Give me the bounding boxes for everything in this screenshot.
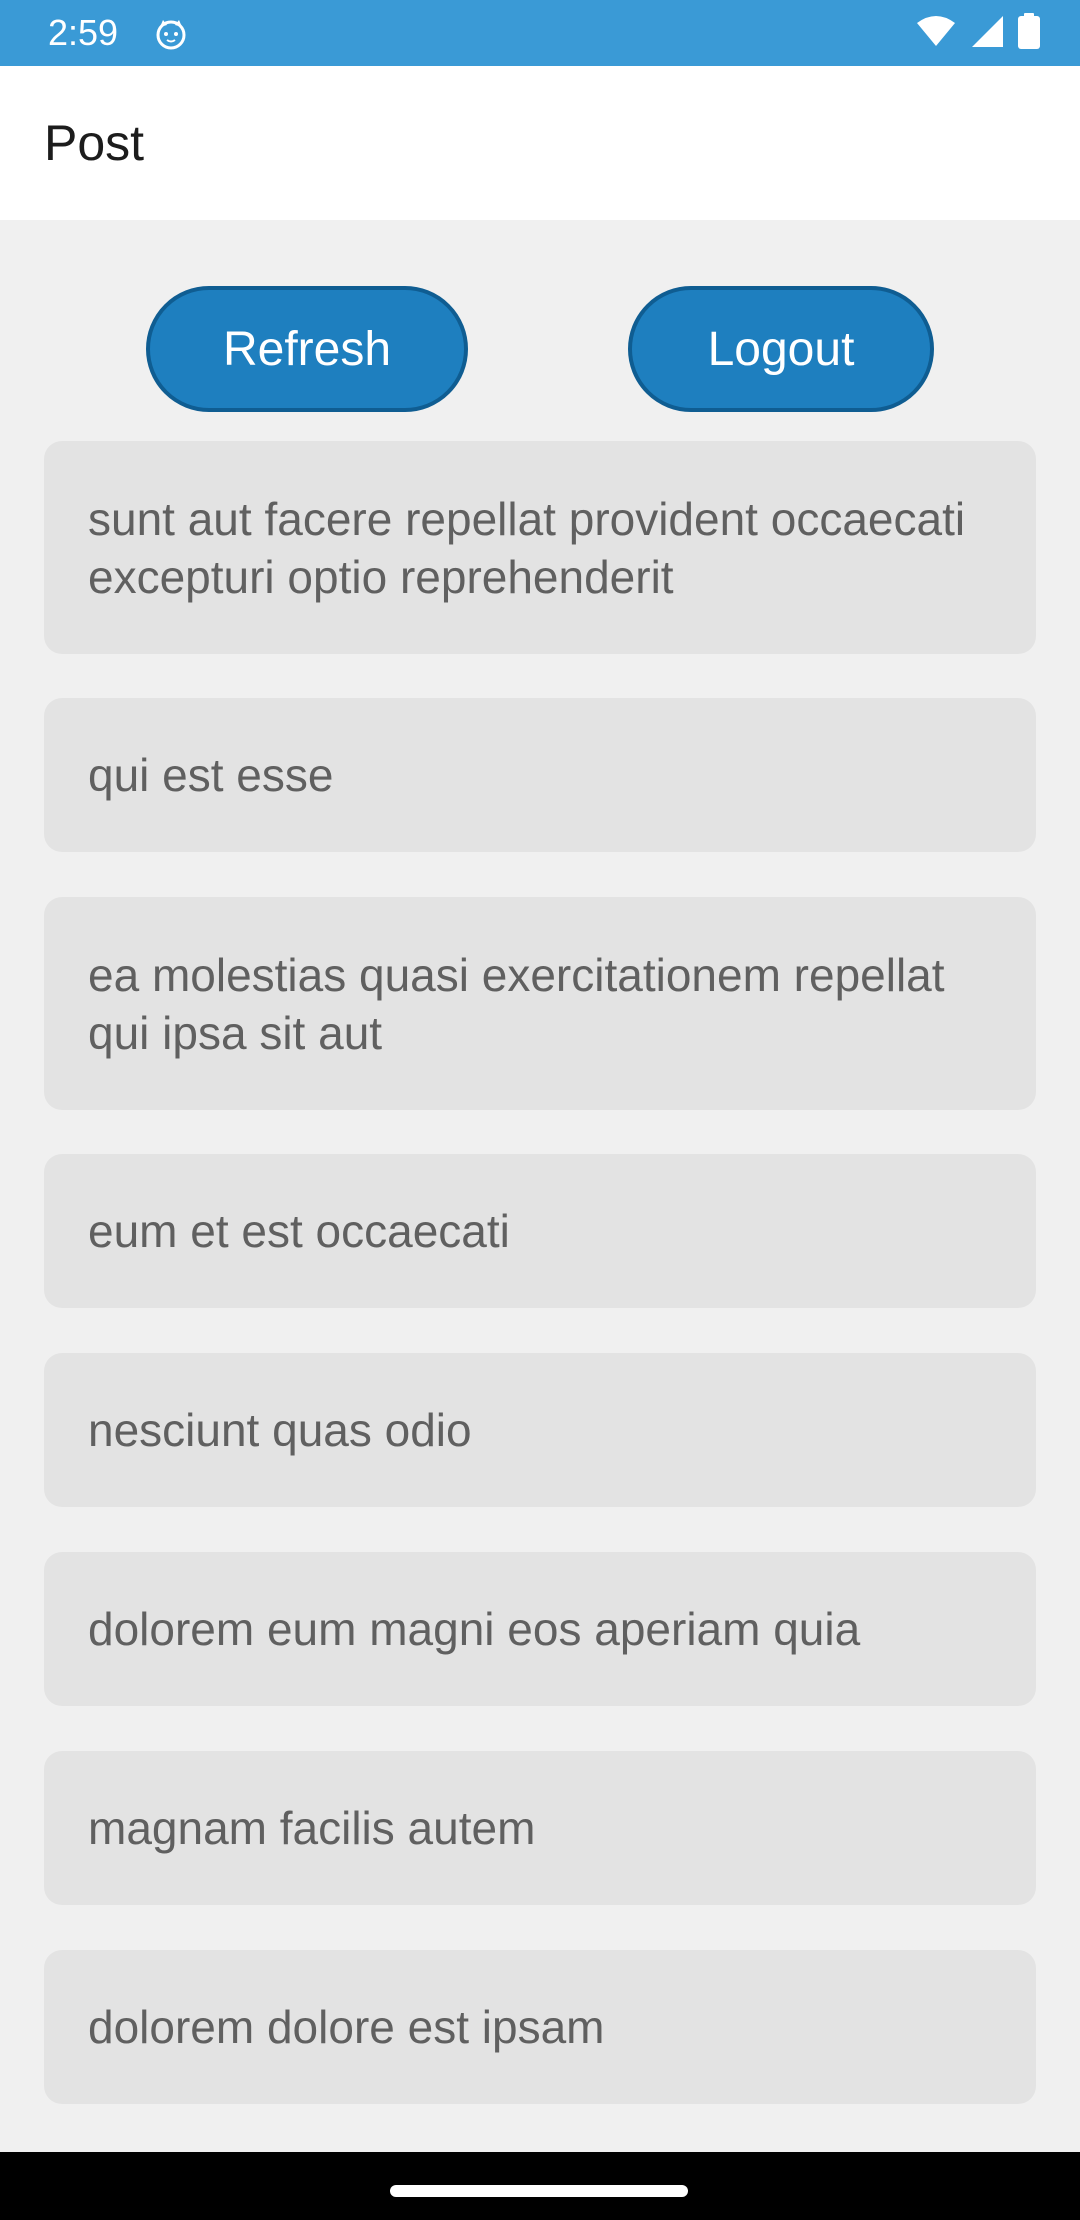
cat-icon <box>154 17 188 51</box>
status-bar: 2:59 <box>0 0 1080 66</box>
status-time: 2:59 <box>48 12 119 53</box>
wifi-icon <box>916 15 956 52</box>
battery-icon <box>1018 12 1040 54</box>
post-card[interactable]: sunt aut facere repellat provident occae… <box>44 441 1036 654</box>
post-title: sunt aut facere repellat provident occae… <box>88 492 966 603</box>
post-card[interactable]: dolorem dolore est ipsam <box>44 1950 1036 2104</box>
post-title: dolorem eum magni eos aperiam quia <box>88 1603 861 1655</box>
post-card[interactable]: ea molestias quasi exercitationem repell… <box>44 897 1036 1110</box>
navigation-bar <box>0 2152 1080 2220</box>
post-title: ea molestias quasi exercitationem repell… <box>88 948 945 1059</box>
post-title: magnam facilis autem <box>88 1802 536 1854</box>
signal-icon <box>970 14 1004 53</box>
post-title: eum et est occaecati <box>88 1205 510 1257</box>
post-title: qui est esse <box>88 749 334 801</box>
logout-button[interactable]: Logout <box>628 286 934 412</box>
post-title: nesciunt quas odio <box>88 1404 472 1456</box>
status-icons <box>916 12 1040 54</box>
refresh-button[interactable]: Refresh <box>146 286 468 412</box>
post-card[interactable]: eum et est occaecati <box>44 1154 1036 1308</box>
post-card[interactable]: qui est esse <box>44 698 1036 852</box>
page-title: Post <box>44 115 145 171</box>
post-card[interactable]: magnam facilis autem <box>44 1751 1036 1905</box>
post-card[interactable]: nesciunt quas odio <box>44 1353 1036 1507</box>
home-handle[interactable] <box>390 2185 688 2197</box>
post-card[interactable]: dolorem eum magni eos aperiam quia <box>44 1552 1036 1706</box>
post-title: dolorem dolore est ipsam <box>88 2001 605 2053</box>
app-bar: Post <box>0 66 1080 220</box>
post-list-screen: Refresh Logout sunt aut facere repellat … <box>0 220 1080 2152</box>
